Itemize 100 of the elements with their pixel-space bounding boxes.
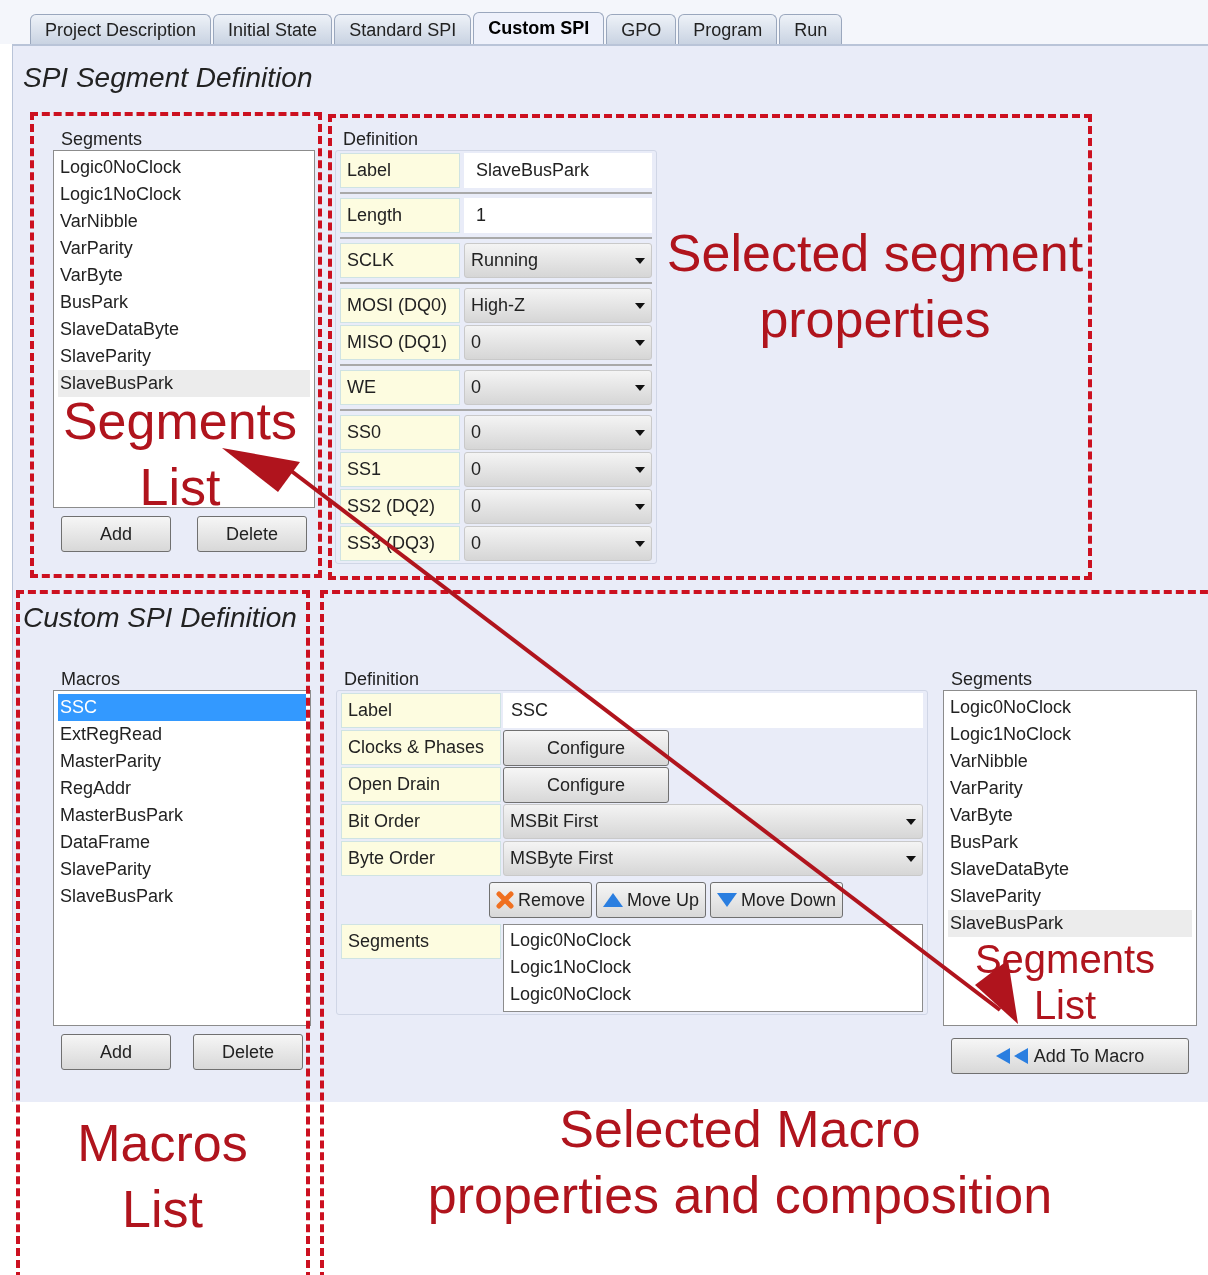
dropdown[interactable]: Running [464, 243, 652, 278]
action-button[interactable]: Move Up [596, 882, 707, 918]
annotation-text: Selected Macro [559, 1099, 921, 1160]
dropdown[interactable]: 0 [464, 325, 652, 360]
property-label: WE [340, 370, 460, 405]
list-item[interactable]: SlaveDataByte [948, 856, 1192, 883]
property-label: Bit Order [341, 804, 501, 839]
list-item[interactable]: Logic1NoClock [58, 181, 310, 208]
dropdown-caret-icon [635, 384, 645, 391]
list-item[interactable]: VarByte [948, 802, 1192, 829]
dropdown-caret-icon [635, 540, 645, 547]
property-label: MISO (DQ1) [340, 325, 460, 360]
group-heading: Macros [60, 668, 121, 690]
list-item[interactable]: MasterParity [58, 748, 306, 775]
dropdown[interactable]: 0 [464, 489, 652, 524]
property-label: SCLK [340, 243, 460, 278]
annotation-text: properties [759, 289, 991, 350]
tab[interactable]: GPO [606, 14, 677, 44]
annotation-text: Selected segment [666, 223, 1084, 284]
up-triangle-icon [603, 893, 624, 907]
annotation-text: properties and composition [427, 1165, 1053, 1226]
list-item[interactable]: ExtRegRead [58, 721, 306, 748]
list-item[interactable]: Logic0NoClock [948, 694, 1192, 721]
add-to-macro-button[interactable]: Add To Macro [951, 1038, 1189, 1074]
property-label: Length [340, 198, 460, 233]
dropdown[interactable]: 0 [464, 370, 652, 405]
list-item[interactable]: Logic1NoClock [510, 954, 916, 981]
property-label: SS2 (DQ2) [340, 489, 460, 524]
dropdown-caret-icon [906, 855, 916, 862]
section-title: SPI Segment Definition [23, 61, 314, 95]
list-item[interactable]: SlaveParity [58, 856, 306, 883]
list-item[interactable]: SlaveBusPark [58, 370, 310, 397]
list-button[interactable]: Add [61, 516, 171, 552]
double-left-arrow-icon [995, 1048, 1030, 1064]
dropdown[interactable]: 0 [464, 526, 652, 561]
property-label: SS1 [340, 452, 460, 487]
list-item[interactable]: Logic0NoClock [510, 981, 916, 1008]
group-heading: Definition [342, 128, 420, 150]
property-label: Label [340, 153, 460, 188]
action-button[interactable]: Remove [489, 882, 593, 918]
list-item[interactable]: SlaveParity [948, 883, 1192, 910]
property-label: Byte Order [341, 841, 501, 876]
dropdown[interactable]: High-Z [464, 288, 652, 323]
list-item[interactable]: BusPark [58, 289, 310, 316]
tab[interactable]: Standard SPI [334, 14, 472, 44]
list-item[interactable]: RegAddr [58, 775, 306, 802]
list-item[interactable]: SlaveDataByte [58, 316, 310, 343]
property-label: Label [341, 693, 501, 728]
list-item[interactable]: VarParity [948, 775, 1192, 802]
annotation-text: List [139, 457, 221, 518]
list-item[interactable]: SlaveParity [58, 343, 310, 370]
configure-button[interactable]: Configure [503, 730, 669, 766]
down-triangle-icon [717, 893, 738, 907]
text-field[interactable]: SSC [503, 693, 923, 728]
list-item[interactable]: VarByte [58, 262, 310, 289]
property-label: Open Drain [341, 767, 501, 802]
list-item[interactable]: Logic0NoClock [58, 154, 310, 181]
list-item[interactable]: SlaveBusPark [58, 883, 306, 910]
dropdown-caret-icon [635, 429, 645, 436]
configure-button[interactable]: Configure [503, 767, 669, 803]
dropdown-caret-icon [635, 302, 645, 309]
tab[interactable]: Program [678, 14, 778, 44]
dropdown[interactable]: MSBit First [503, 804, 923, 839]
annotation-text: Macros [77, 1113, 248, 1174]
group-heading: Definition [343, 668, 421, 690]
list-item[interactable]: SlaveBusPark [948, 910, 1192, 937]
list-item[interactable]: BusPark [948, 829, 1192, 856]
dropdown[interactable]: 0 [464, 415, 652, 450]
list-item[interactable]: VarParity [58, 235, 310, 262]
property-label: SS0 [340, 415, 460, 450]
tab[interactable]: Initial State [213, 14, 333, 44]
tab[interactable]: Custom SPI [473, 12, 605, 44]
dropdown-caret-icon [635, 466, 645, 473]
tab[interactable]: Project Description [30, 14, 212, 44]
list-button[interactable]: Add [61, 1034, 171, 1070]
dropdown-caret-icon [635, 503, 645, 510]
dropdown[interactable]: 0 [464, 452, 652, 487]
list-button[interactable]: Delete [197, 516, 307, 552]
action-button[interactable]: Move Down [710, 882, 844, 918]
list-button[interactable]: Delete [193, 1034, 303, 1070]
list-item[interactable]: VarNibble [948, 748, 1192, 775]
list-item[interactable]: Logic1NoClock [948, 721, 1192, 748]
tab[interactable]: Run [779, 14, 843, 44]
dropdown-caret-icon [635, 257, 645, 264]
property-label: Segments [341, 924, 501, 959]
list-item[interactable]: Logic0NoClock [510, 927, 916, 954]
text-field[interactable]: SlaveBusPark [464, 153, 652, 188]
dropdown[interactable]: MSByte First [503, 841, 923, 876]
property-label: MOSI (DQ0) [340, 288, 460, 323]
list-item[interactable]: MasterBusPark [58, 802, 306, 829]
annotation-text: Segments [974, 936, 1156, 982]
cross-icon [496, 891, 514, 909]
group-heading: Segments [60, 128, 144, 150]
text-field[interactable]: 1 [464, 198, 652, 233]
list-item[interactable]: DataFrame [58, 829, 306, 856]
property-label: Clocks & Phases [341, 730, 501, 765]
section-title: Custom SPI Definition [23, 601, 298, 635]
dropdown-caret-icon [635, 339, 645, 346]
list-item[interactable]: VarNibble [58, 208, 310, 235]
dropdown-caret-icon [906, 818, 916, 825]
